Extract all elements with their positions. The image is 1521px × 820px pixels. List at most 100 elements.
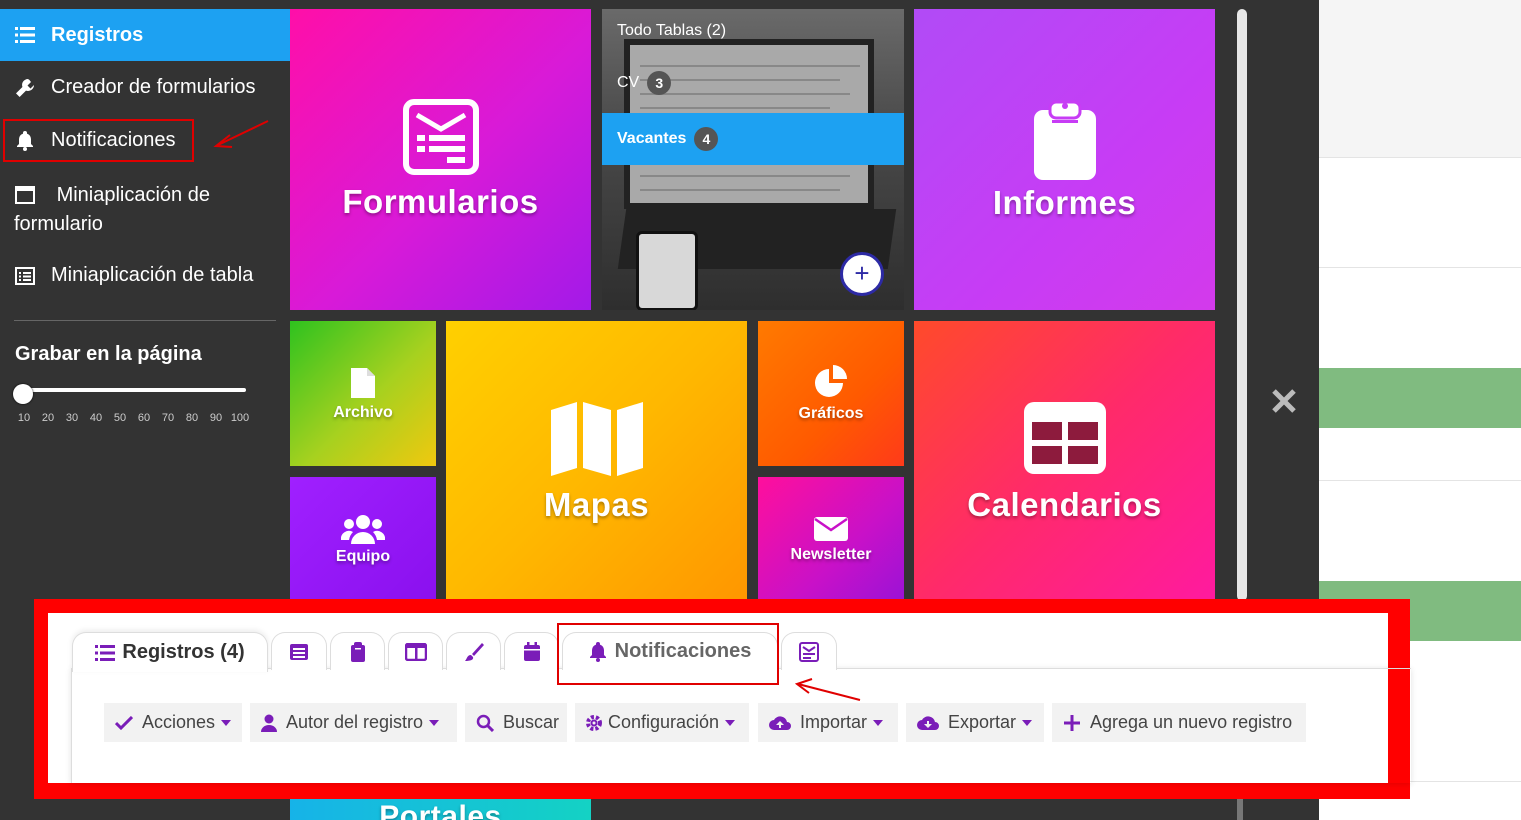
annotation-arrow	[213, 120, 269, 148]
gear-icon	[586, 714, 602, 731]
columns-icon	[404, 642, 427, 661]
tile-label: Mapas	[543, 486, 650, 523]
tile-label: Informes	[992, 183, 1137, 221]
slider-tick: 10	[17, 412, 31, 424]
slider-ticks: 10 20 30 40 50 60 70 80 90 100	[12, 412, 262, 424]
calendar-icon	[523, 641, 540, 661]
button-label: Buscar	[503, 712, 560, 732]
window-icon	[14, 184, 36, 206]
tile-todo-tablas[interactable]: Todo Tablas (2) CV 3 Vacantes 4 +	[602, 9, 904, 310]
table-icon	[290, 643, 308, 660]
page-slider-track[interactable]	[20, 388, 246, 392]
calendar-icon	[1023, 402, 1106, 474]
tab-label: Registros (4)	[122, 641, 245, 663]
table-row-cv[interactable]: CV 3	[617, 71, 672, 95]
tile-label: Archivo	[333, 403, 393, 421]
slider-tick: 80	[185, 412, 199, 424]
table-list-icon	[14, 265, 36, 287]
highlight-box	[557, 623, 779, 685]
slider-tick: 60	[137, 412, 151, 424]
sidebar-item-mini-formulario[interactable]: Miniaplicación de formulario	[0, 181, 230, 239]
table-name: CV	[617, 74, 640, 91]
add-table-button[interactable]: +	[840, 252, 884, 296]
tile-archivo[interactable]: Archivo	[290, 321, 436, 466]
table-name: Vacantes	[617, 130, 687, 147]
sidebar-item-mini-tabla[interactable]: Miniaplicación de tabla	[0, 264, 290, 287]
search-icon	[476, 714, 494, 732]
sidebar-item-label: Miniaplicación de formulario	[14, 184, 210, 235]
autor-button[interactable]: Autor del registro	[250, 703, 457, 742]
close-icon[interactable]	[1266, 383, 1302, 419]
envelope-icon	[814, 517, 848, 541]
form-icon	[402, 98, 479, 175]
brush-icon	[464, 642, 484, 661]
button-label: Autor del registro	[286, 712, 424, 732]
tile-mapas[interactable]: Mapas	[446, 321, 747, 603]
caret-down-icon	[221, 719, 232, 726]
caret-down-icon	[873, 719, 884, 726]
tile-equipo[interactable]: Equipo	[290, 477, 436, 603]
user-icon	[261, 714, 277, 732]
sidebar-item-label: Miniaplicación de tabla	[51, 264, 254, 286]
list-icon	[14, 24, 36, 46]
tile-label: Portales	[379, 800, 502, 820]
scrollbar-track	[1237, 798, 1243, 820]
button-label: Exportar	[948, 712, 1017, 732]
button-label: Agrega un nuevo registro	[1090, 712, 1293, 732]
plus-icon	[1064, 714, 1080, 731]
tile-portales[interactable]: Portales	[290, 798, 591, 820]
cloud-upload-icon	[769, 715, 791, 730]
file-icon	[351, 367, 375, 398]
tab-registros[interactable]: Registros (4)	[72, 632, 268, 672]
tab-brush[interactable]	[446, 632, 501, 670]
tile-calendarios[interactable]: Calendarios	[914, 321, 1215, 603]
sidebar-item-creador[interactable]: Creador de formularios	[0, 76, 290, 99]
list-icon	[95, 644, 116, 661]
cloud-download-icon	[917, 715, 939, 730]
grabar-title: Grabar en la página	[15, 343, 202, 365]
importar-button[interactable]: Importar	[758, 703, 898, 742]
tile-label: Equipo	[335, 548, 391, 565]
page-slider-thumb[interactable]	[13, 384, 33, 404]
sidebar-item-registros[interactable]: Registros	[0, 9, 290, 61]
configuracion-button[interactable]: Configuración	[575, 703, 749, 742]
count-badge: 3	[647, 71, 672, 95]
table-row-vacantes[interactable]: Vacantes 4	[602, 113, 904, 165]
phone-image	[636, 231, 698, 310]
tile-newsletter[interactable]: Newsletter	[758, 477, 904, 603]
tile-formularios[interactable]: Formularios	[290, 9, 591, 310]
caret-down-icon	[429, 719, 440, 726]
slider-tick: 50	[113, 412, 127, 424]
tile-label: Calendarios	[967, 486, 1162, 523]
team-icon	[341, 515, 385, 544]
slider-tick: 70	[161, 412, 175, 424]
tab-newsletter[interactable]	[781, 632, 837, 670]
add-record-button[interactable]: Agrega un nuevo registro	[1052, 703, 1306, 742]
slider-tick: 20	[41, 412, 55, 424]
tab-columns[interactable]	[388, 632, 443, 670]
clipboard-icon	[350, 641, 365, 662]
map-icon	[550, 402, 643, 476]
scrollbar[interactable]	[1237, 9, 1247, 601]
slider-tick: 100	[230, 412, 250, 424]
tile-informes[interactable]: Informes	[914, 9, 1215, 310]
sidebar-divider	[14, 320, 276, 321]
tab-calendar[interactable]	[504, 632, 559, 670]
newsletter-icon	[799, 641, 819, 662]
exportar-button[interactable]: Exportar	[906, 703, 1044, 742]
annotation-arrow	[794, 678, 861, 701]
tile-label: Newsletter	[790, 546, 872, 563]
buscar-button[interactable]: Buscar	[465, 703, 567, 742]
pie-chart-icon	[815, 364, 847, 397]
acciones-button[interactable]: Acciones	[104, 703, 242, 742]
highlight-box	[3, 119, 194, 162]
tab-informes[interactable]	[330, 632, 385, 670]
tile-label: Formularios	[342, 182, 539, 220]
tile-graficos[interactable]: Gráficos	[758, 321, 904, 466]
caret-down-icon	[725, 719, 736, 726]
check-icon	[115, 715, 133, 730]
button-label: Acciones	[142, 712, 216, 732]
tile-title: Todo Tablas (2)	[617, 22, 727, 39]
count-badge: 4	[694, 127, 719, 151]
tab-table[interactable]	[271, 632, 327, 670]
